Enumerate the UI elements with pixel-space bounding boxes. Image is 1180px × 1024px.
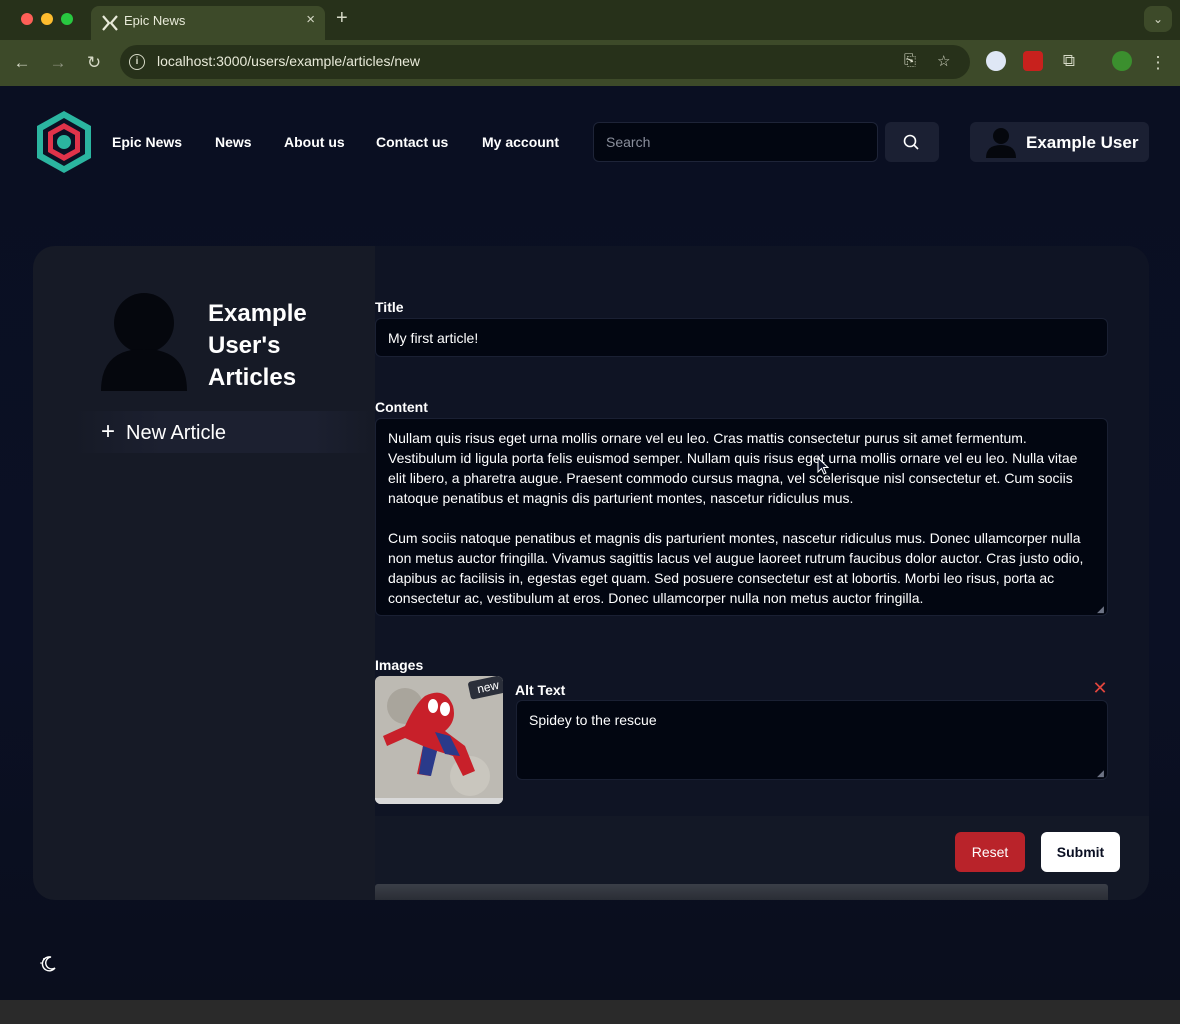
browser-tab[interactable]: Epic News × xyxy=(91,6,325,40)
url-text[interactable]: localhost:3000/users/example/articles/ne… xyxy=(157,53,420,69)
new-article-link[interactable]: + New Article xyxy=(73,411,373,453)
tab-search-button[interactable]: ⌄ xyxy=(1144,6,1172,32)
tab-favicon-icon xyxy=(102,15,118,31)
nav-link-about[interactable]: About us xyxy=(284,134,345,150)
reset-button[interactable]: Reset xyxy=(955,832,1025,872)
status-bar xyxy=(0,1000,1180,1024)
article-form: Title Content Nullam quis risus eget urn… xyxy=(375,246,1149,900)
user-avatar-large xyxy=(101,293,187,391)
site-title-link[interactable]: Epic News xyxy=(112,134,182,150)
search-input[interactable] xyxy=(593,122,878,162)
avatar xyxy=(986,128,1016,158)
content-field[interactable]: Nullam quis risus eget urna mollis ornar… xyxy=(375,418,1108,616)
page-title: Example User's Articles xyxy=(208,300,307,391)
mouse-cursor xyxy=(817,457,829,475)
articles-card: Example User's Articles + New Article Ti… xyxy=(33,246,1149,900)
nav-link-contact[interactable]: Contact us xyxy=(376,134,448,150)
title-field[interactable] xyxy=(375,318,1108,357)
user-name: Example User xyxy=(1026,133,1139,152)
close-icon[interactable]: ✕ xyxy=(1091,679,1109,697)
new-tab-button[interactable]: + xyxy=(336,7,348,30)
image-preview[interactable]: new xyxy=(375,676,503,804)
search-icon xyxy=(903,134,919,150)
tab-bar: Epic News × + ⌄ xyxy=(0,0,1180,40)
zoom-window-button[interactable] xyxy=(61,13,73,25)
browser-chrome: Epic News × + ⌄ ← → ↻ i localhost:3000/u… xyxy=(0,0,1180,86)
extension-globe-icon[interactable] xyxy=(986,51,1006,71)
moon-icon[interactable] xyxy=(38,954,58,974)
tab-close-icon[interactable]: × xyxy=(306,11,315,28)
scroll-shadow xyxy=(375,884,1108,900)
alt-text-field[interactable]: Spidey to the rescue xyxy=(516,700,1108,780)
bookmark-star-icon[interactable]: ☆ xyxy=(937,52,950,70)
site-info-icon[interactable]: i xyxy=(129,54,145,70)
forward-icon[interactable]: → xyxy=(45,50,71,76)
extensions-puzzle-icon[interactable]: ⧉ xyxy=(1056,48,1082,74)
browser-toolbar: ← → ↻ i localhost:3000/users/example/art… xyxy=(0,40,1180,86)
page: Epic News News About us Contact us My ac… xyxy=(0,86,1180,1000)
alt-text-label: Alt Text xyxy=(515,682,566,698)
minimize-window-button[interactable] xyxy=(41,13,53,25)
resize-handle-icon[interactable]: ◢ xyxy=(1097,768,1104,779)
install-app-icon[interactable]: ⎘ xyxy=(904,52,916,69)
images-label: Images xyxy=(375,657,424,673)
title-label: Title xyxy=(375,299,404,315)
search-button[interactable] xyxy=(885,122,939,162)
nav-link-my-account[interactable]: My account xyxy=(482,134,559,150)
resize-handle-icon[interactable]: ◢ xyxy=(1097,604,1104,615)
address-bar[interactable]: i localhost:3000/users/example/articles/… xyxy=(120,45,970,79)
content-label: Content xyxy=(375,399,428,415)
new-article-label: New Article xyxy=(126,422,227,444)
plus-icon: + xyxy=(101,418,116,445)
nav-link-news[interactable]: News xyxy=(215,134,252,150)
profile-avatar-icon[interactable] xyxy=(1112,51,1132,71)
back-icon[interactable]: ← xyxy=(9,50,35,76)
browser-menu-icon[interactable]: ⋮ xyxy=(1145,50,1171,76)
submit-button[interactable]: Submit xyxy=(1041,832,1120,872)
reload-icon[interactable]: ↻ xyxy=(81,50,107,76)
hexagon-logo-icon[interactable] xyxy=(33,109,95,175)
user-menu-button[interactable]: Example User xyxy=(970,122,1149,162)
close-window-button[interactable] xyxy=(21,13,33,25)
tab-title: Epic News xyxy=(124,13,186,28)
pdf-extension-icon[interactable] xyxy=(1023,51,1043,71)
